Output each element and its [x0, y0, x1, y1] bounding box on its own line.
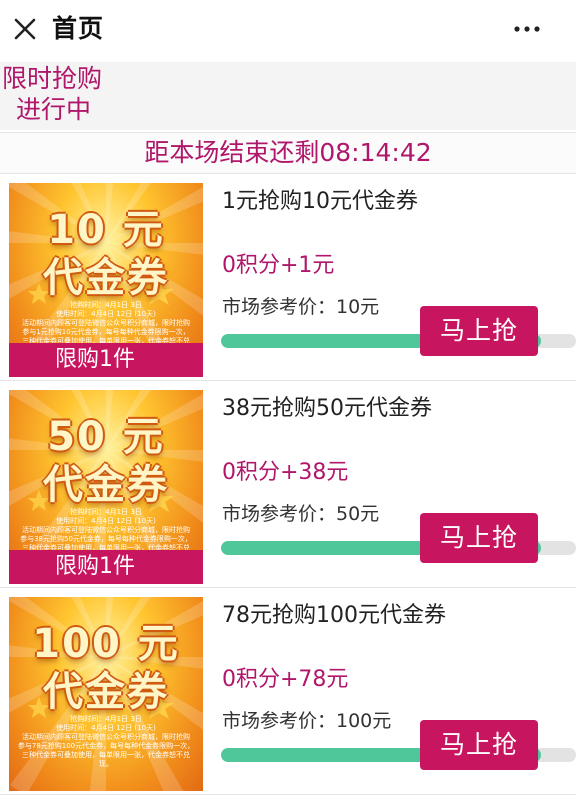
coupon-fine-print-line: 参与78元抢购100元代金券，每号每种代金券限购一次， — [17, 742, 195, 750]
coupon-fine-print-line: 抢购时间：4月1日 3日 — [70, 715, 142, 723]
coupon-fine-print-line: 使用时间：4月4日 12日 (10天) — [56, 517, 156, 525]
product-name[interactable]: 38元抢购50元代金券 — [222, 394, 432, 424]
more-dots-icon[interactable] — [512, 20, 542, 38]
product-price: 0积分+38元 — [222, 460, 349, 485]
purchase-limit-badge: 限购1件 — [9, 343, 203, 377]
coupon-fine-print-line: 参与1元抢购10元代金券，每号每种代金券限购一次， — [22, 328, 190, 336]
coupon-fine-print-line: 使用时间：4月4日 12日 (10天) — [56, 310, 156, 318]
coupon-fine-print-line: 抢购时间：4月1日 3日 — [70, 508, 142, 516]
countdown-banner: 距本场结束还剩08:14:42 — [0, 132, 576, 174]
flash-sale-title: 限时抢购 — [2, 64, 103, 93]
market-reference-price: 市场参考价：50元 — [222, 503, 380, 525]
coupon-kind: 代金券 — [43, 255, 169, 301]
coupon-fine-print-line: 三种代金券可叠加使用，每单限用一张，代金券恕不兑现。 — [22, 751, 190, 768]
product-name[interactable]: 1元抢购10元代金券 — [222, 187, 418, 217]
product-item[interactable]: 50 元代金券 抢购时间：4月1日 3日 使用时间：4月4日 12日 (10天) 活动… — [0, 382, 576, 588]
flash-sale-tag: 限时抢购 进行中 — [0, 62, 576, 130]
product-name[interactable]: 78元抢购100元代金券 — [222, 601, 446, 631]
buy-now-button[interactable]: 马上抢 — [420, 720, 538, 770]
coupon-kind: 代金券 — [43, 462, 169, 508]
flash-sale-status: 进行中 — [16, 95, 92, 124]
coupon-fine-print-line: 使用时间：4月4日 12日 (10天) — [56, 724, 156, 732]
coupon-fine-print-line: 参与38元抢购50元代金券，每号每种代金券限购一次， — [20, 535, 192, 543]
coupon-image[interactable]: 100 元代金券 抢购时间：4月1日 3日 使用时间：4月4日 12日 (10天) 活… — [9, 597, 203, 791]
product-price: 0积分+78元 — [222, 667, 349, 692]
coupon-image[interactable]: 50 元代金券 抢购时间：4月1日 3日 使用时间：4月4日 12日 (10天) 活动… — [9, 390, 203, 584]
buy-now-button[interactable]: 马上抢 — [420, 513, 538, 563]
product-item[interactable]: 100 元代金券 抢购时间：4月1日 3日 使用时间：4月4日 12日 (10天) 活… — [0, 589, 576, 795]
coupon-fine-print-line: 活动期间内顾客可登陆微信公众号积分商城，限时抢购 — [22, 526, 190, 534]
page-title: 首页 — [52, 14, 105, 43]
buy-now-button[interactable]: 马上抢 — [420, 306, 538, 356]
countdown-text: 距本场结束还剩08:14:42 — [144, 138, 432, 167]
coupon-kind: 代金券 — [43, 669, 169, 715]
coupon-fine-print-line: 活动期间内顾客可登陆微信公众号积分商城，限时抢购 — [22, 733, 190, 741]
market-reference-price: 市场参考价：10元 — [222, 296, 380, 318]
product-price: 0积分+1元 — [222, 253, 335, 278]
coupon-image[interactable]: 10 元代金券 抢购时间：4月1日 3日 使用时间：4月4日 12日 (10天) 活动… — [9, 183, 203, 377]
coupon-fine-print-line: 抢购时间：4月1日 3日 — [70, 301, 142, 309]
market-reference-price: 市场参考价：100元 — [222, 710, 392, 732]
product-item[interactable]: 10 元代金券 抢购时间：4月1日 3日 使用时间：4月4日 12日 (10天) 活动… — [0, 175, 576, 381]
purchase-limit-badge: 限购1件 — [9, 550, 203, 584]
coupon-fine-print-line: 活动期间内顾客可登陆微信公众号积分商城，限时抢购 — [22, 319, 190, 327]
coupon-fine-print: 抢购时间：4月1日 3日 使用时间：4月4日 12日 (10天) 活动期间内顾客可登… — [17, 715, 195, 769]
top-bar: 首页 — [0, 0, 576, 62]
close-icon[interactable] — [10, 14, 40, 44]
